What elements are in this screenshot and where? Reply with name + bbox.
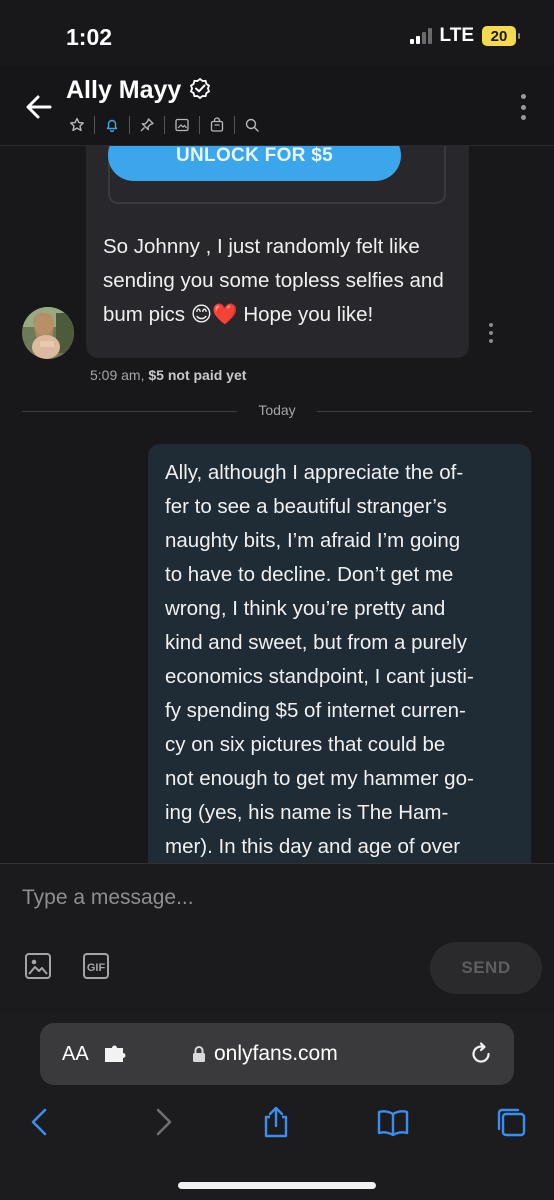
battery-level: 20: [490, 27, 508, 45]
contact-name[interactable]: Ally Mayy: [66, 76, 181, 105]
bag-icon[interactable]: [206, 114, 228, 136]
message-meta: 5:09 am, $5 not paid yet: [90, 367, 246, 383]
message-options-icon[interactable]: [487, 323, 495, 343]
signal-icon: [409, 28, 432, 44]
incoming-message-bubble: UNLOCK FOR $5 So Johnny , I just randoml…: [86, 146, 469, 358]
status-bar: 1:02 LTE 20: [0, 0, 554, 66]
share-icon[interactable]: [259, 1105, 293, 1139]
verified-badge-icon: [189, 77, 211, 104]
lock-icon: [192, 1045, 206, 1063]
message-list[interactable]: UNLOCK FOR $5 So Johnny , I just randoml…: [0, 146, 554, 863]
bookmarks-icon[interactable]: [376, 1105, 410, 1139]
browser-back-icon[interactable]: [24, 1105, 58, 1139]
browser-forward-icon[interactable]: [145, 1105, 179, 1139]
date-divider-label: Today: [258, 402, 296, 418]
home-indicator[interactable]: [178, 1182, 376, 1189]
outgoing-message-bubble: Ally, although I appreciate the of- fer …: [148, 444, 531, 863]
svg-text:GIF: GIF: [87, 962, 106, 974]
header-icon-row: [66, 114, 263, 136]
extension-icon[interactable]: [104, 1045, 126, 1063]
unlock-button[interactable]: UNLOCK FOR $5: [108, 146, 401, 181]
address-bar[interactable]: AA onlyfans.com: [40, 1023, 514, 1085]
battery-icon: 20: [482, 26, 520, 46]
bell-icon[interactable]: [101, 114, 123, 136]
back-arrow-icon[interactable]: [22, 90, 56, 124]
more-options-icon[interactable]: [518, 94, 528, 120]
avatar[interactable]: [22, 307, 74, 359]
star-icon[interactable]: [66, 114, 88, 136]
outgoing-message-text: Ally, although I appreciate the of- fer …: [165, 461, 474, 858]
tabs-icon[interactable]: [494, 1105, 528, 1139]
attach-image-icon[interactable]: [24, 952, 52, 980]
message-composer: GIF SEND: [0, 863, 554, 1013]
pin-icon[interactable]: [136, 114, 158, 136]
network-label: LTE: [439, 25, 474, 46]
search-icon[interactable]: [241, 114, 263, 136]
price-status: $5 not paid yet: [148, 367, 247, 383]
date-divider: Today: [22, 401, 532, 421]
browser-toolbar: AA onlyfans.com: [0, 1013, 554, 1200]
message-time: 5:09 am,: [90, 367, 145, 383]
status-indicators: LTE 20: [409, 25, 520, 47]
gif-icon[interactable]: GIF: [82, 952, 110, 980]
url-display[interactable]: onlyfans.com: [192, 1042, 338, 1066]
reload-icon[interactable]: [468, 1041, 494, 1067]
message-input[interactable]: [22, 878, 532, 918]
status-time: 1:02: [66, 24, 113, 50]
url-text: onlyfans.com: [214, 1042, 338, 1065]
send-button[interactable]: SEND: [430, 942, 542, 994]
incoming-message-text: So Johnny , I just randomly felt like se…: [103, 235, 444, 326]
image-icon[interactable]: [171, 114, 193, 136]
reader-options-button[interactable]: AA: [62, 1043, 89, 1066]
chat-header: Ally Mayy: [0, 66, 554, 146]
contact-name-row[interactable]: Ally Mayy: [66, 76, 211, 105]
